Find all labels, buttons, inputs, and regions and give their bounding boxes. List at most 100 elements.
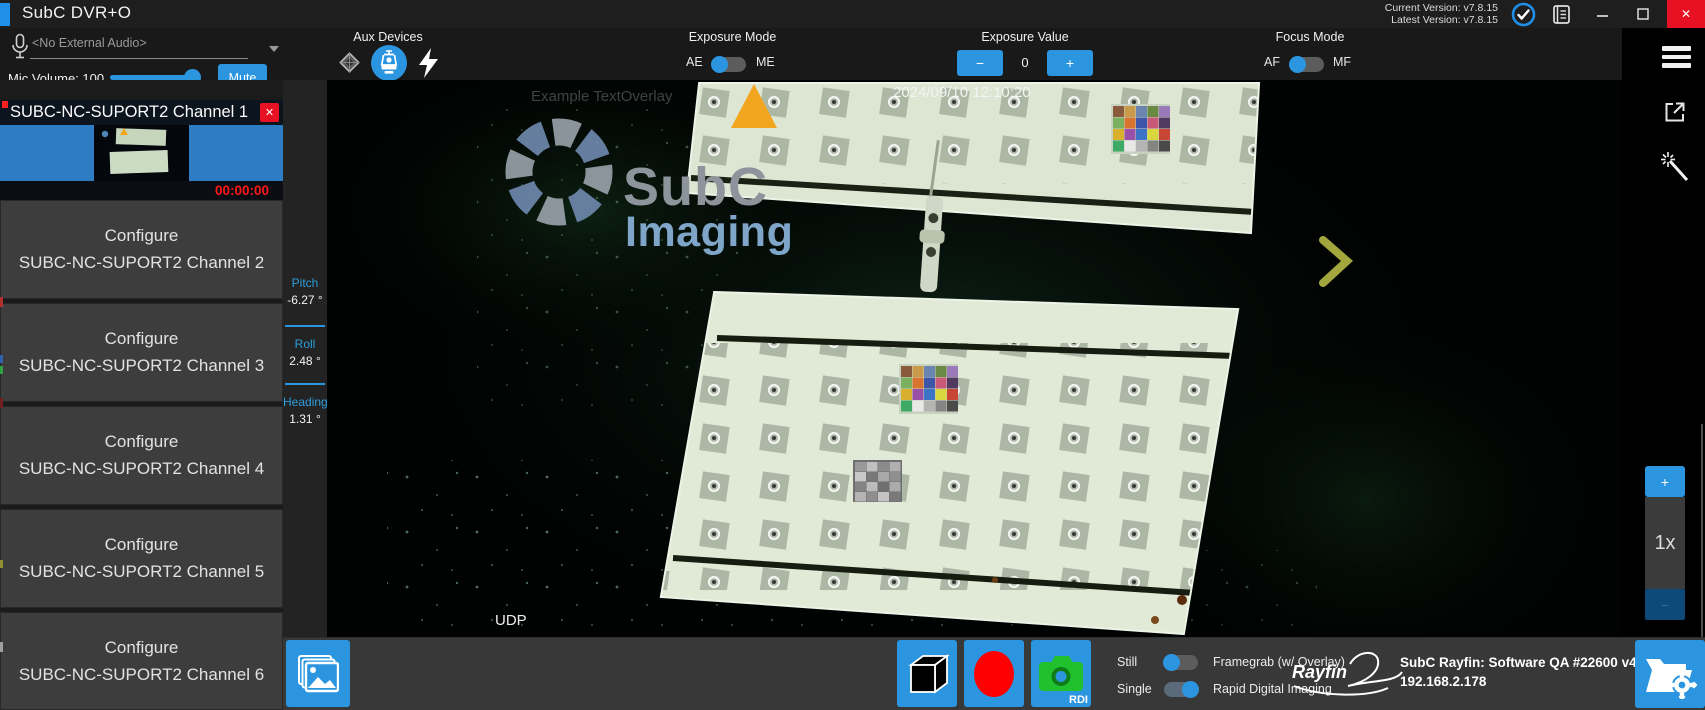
video-text-overlay: Example TextOverlay [531,88,672,105]
heading-label: Heading [283,395,327,409]
digital-zoom-level: 1x [1645,497,1685,589]
digital-zoom-out-button[interactable]: − [1645,589,1685,620]
edge-artifact [0,355,3,363]
gallery-icon [297,654,339,694]
configure-channel-2-button[interactable]: Configure SUBC-NC-SUPORT2 Channel 2 [0,200,283,299]
maximize-button[interactable] [1628,0,1658,28]
folder-gear-icon [1642,649,1698,699]
lamp-button[interactable] [371,45,407,81]
magic-wand-icon[interactable] [1661,152,1691,189]
preview-video [94,125,189,181]
focus-mode-label: Focus Mode [1240,30,1380,44]
preview-letterbox-left [0,125,94,181]
configure-channel-4-button[interactable]: Configure SUBC-NC-SUPORT2 Channel 4 [0,406,283,505]
warning-triangle-icon [731,84,777,128]
exposure-mode-toggle[interactable] [712,57,746,72]
device-info: SubC Rayfin: Software QA #22600 v4.... [1400,655,1638,670]
toggle-knob [1289,56,1306,73]
edge-artifact [0,642,3,652]
configure-label: Configure [105,329,179,349]
rayfin-logo: Rayfin [1288,648,1408,708]
protocol-label: UDP [495,612,527,629]
exposure-increase-button[interactable]: + [1047,50,1093,76]
close-button[interactable]: ✕ [1667,0,1705,28]
channel1-close-button[interactable]: ✕ [260,103,279,122]
channel1-timer-strip: 00:00:00 [0,181,283,200]
exposure-mode-ae-label: AE [686,55,703,69]
record-timer: 00:00:00 [215,183,269,198]
sensor-strip: Pitch -6.27 ° Roll 2.48 ° Heading 1.31 ° [283,80,327,637]
watermark-imaging: Imaging [625,208,793,257]
preview-letterbox-right [189,125,283,181]
roll-value: 2.48 ° [283,354,327,368]
configure-channel-5-button[interactable]: Configure SUBC-NC-SUPORT2 Channel 5 [0,509,283,608]
snapshot-button[interactable]: RDI [1031,640,1091,707]
audio-source-underline [30,58,248,59]
exposure-decrease-button[interactable]: − [957,50,1003,76]
configure-label: Configure [105,535,179,555]
configure-label: Configure [105,638,179,658]
channel-name: SUBC-NC-SUPORT2 Channel 4 [19,459,264,479]
exposure-value: 0 [1003,55,1047,70]
focus-mode-af-label: AF [1264,55,1280,69]
camera-icon [1035,651,1087,697]
channel1-header[interactable]: SUBC-NC-SUPORT2 Channel 1 [0,100,283,125]
lantern-icon [371,45,407,81]
still-mode-toggle[interactable] [1164,655,1198,670]
device-ip: 192.168.2.178 [1400,674,1486,689]
microphone-icon [11,33,29,65]
video-viewport: Example TextOverlay 2024/09/10 12:10:20 … [327,80,1622,637]
menu-button[interactable] [1662,46,1691,68]
audio-source-select[interactable]: <No External Audio> [32,36,147,50]
manual-book-icon[interactable] [1551,4,1572,30]
3d-model-button[interactable] [897,640,957,707]
app-title: SubC DVR+O [22,3,131,23]
pixelated-patch [853,460,902,502]
channel1-preview[interactable] [0,125,283,181]
focus-mode-toggle[interactable] [1290,57,1324,72]
title-bar: SubC DVR+O Current Version: v7.8.15 Late… [0,0,1705,28]
aux-devices-label: Aux Devices [343,30,433,44]
strobe-lightning-icon[interactable] [416,47,442,84]
single-label: Single [1117,682,1152,696]
channel-name: SUBC-NC-SUPORT2 Channel 2 [19,253,264,273]
app-window: SubC DVR+O Current Version: v7.8.15 Late… [0,0,1705,710]
current-version: Current Version: v7.8.15 [1385,2,1498,14]
media-gallery-button[interactable] [286,640,350,707]
record-button[interactable] [964,640,1024,707]
audio-dropdown-caret-icon[interactable] [269,40,280,58]
channel1-title: SUBC-NC-SUPORT2 Channel 1 [10,103,248,122]
exposure-mode-me-label: ME [756,55,775,69]
sensor-divider [285,383,325,385]
toggle-knob [711,56,728,73]
single-mode-toggle[interactable] [1164,682,1198,697]
pitch-value: -6.27 ° [283,293,327,307]
focus-mode-mf-label: MF [1333,55,1351,69]
configure-label: Configure [105,432,179,452]
channel-name: SUBC-NC-SUPORT2 Channel 5 [19,562,264,582]
configure-channel-3-button[interactable]: Configure SUBC-NC-SUPORT2 Channel 3 [0,303,283,402]
edge-artifact [0,366,3,374]
file-settings-button[interactable] [1635,640,1705,708]
record-icon [969,647,1019,701]
edge-artifact [0,398,3,408]
exposure-mode-label: Exposure Mode [660,30,805,44]
scrollbar-track[interactable] [1701,424,1703,638]
minimize-button[interactable] [1588,0,1618,28]
channel-name: SUBC-NC-SUPORT2 Channel 3 [19,356,264,376]
channel-name: SUBC-NC-SUPORT2 Channel 6 [19,665,264,685]
laser-diamond-icon[interactable] [336,49,363,81]
pop-out-icon[interactable] [1663,100,1687,129]
rdi-badge: RDI [1069,694,1088,706]
exposure-value-label: Exposure Value [955,30,1095,44]
digital-zoom-in-button[interactable]: + [1645,466,1685,497]
configure-channel-6-button[interactable]: Configure SUBC-NC-SUPORT2 Channel 6 [0,612,283,710]
edge-artifact [0,297,3,307]
recording-indicator [2,101,8,108]
heading-value: 1.31 ° [283,412,327,426]
cube-icon [902,650,952,698]
toggle-knob [1163,654,1180,671]
configure-label: Configure [105,226,179,246]
roll-label: Roll [283,337,327,351]
underwater-scene [327,80,1622,637]
